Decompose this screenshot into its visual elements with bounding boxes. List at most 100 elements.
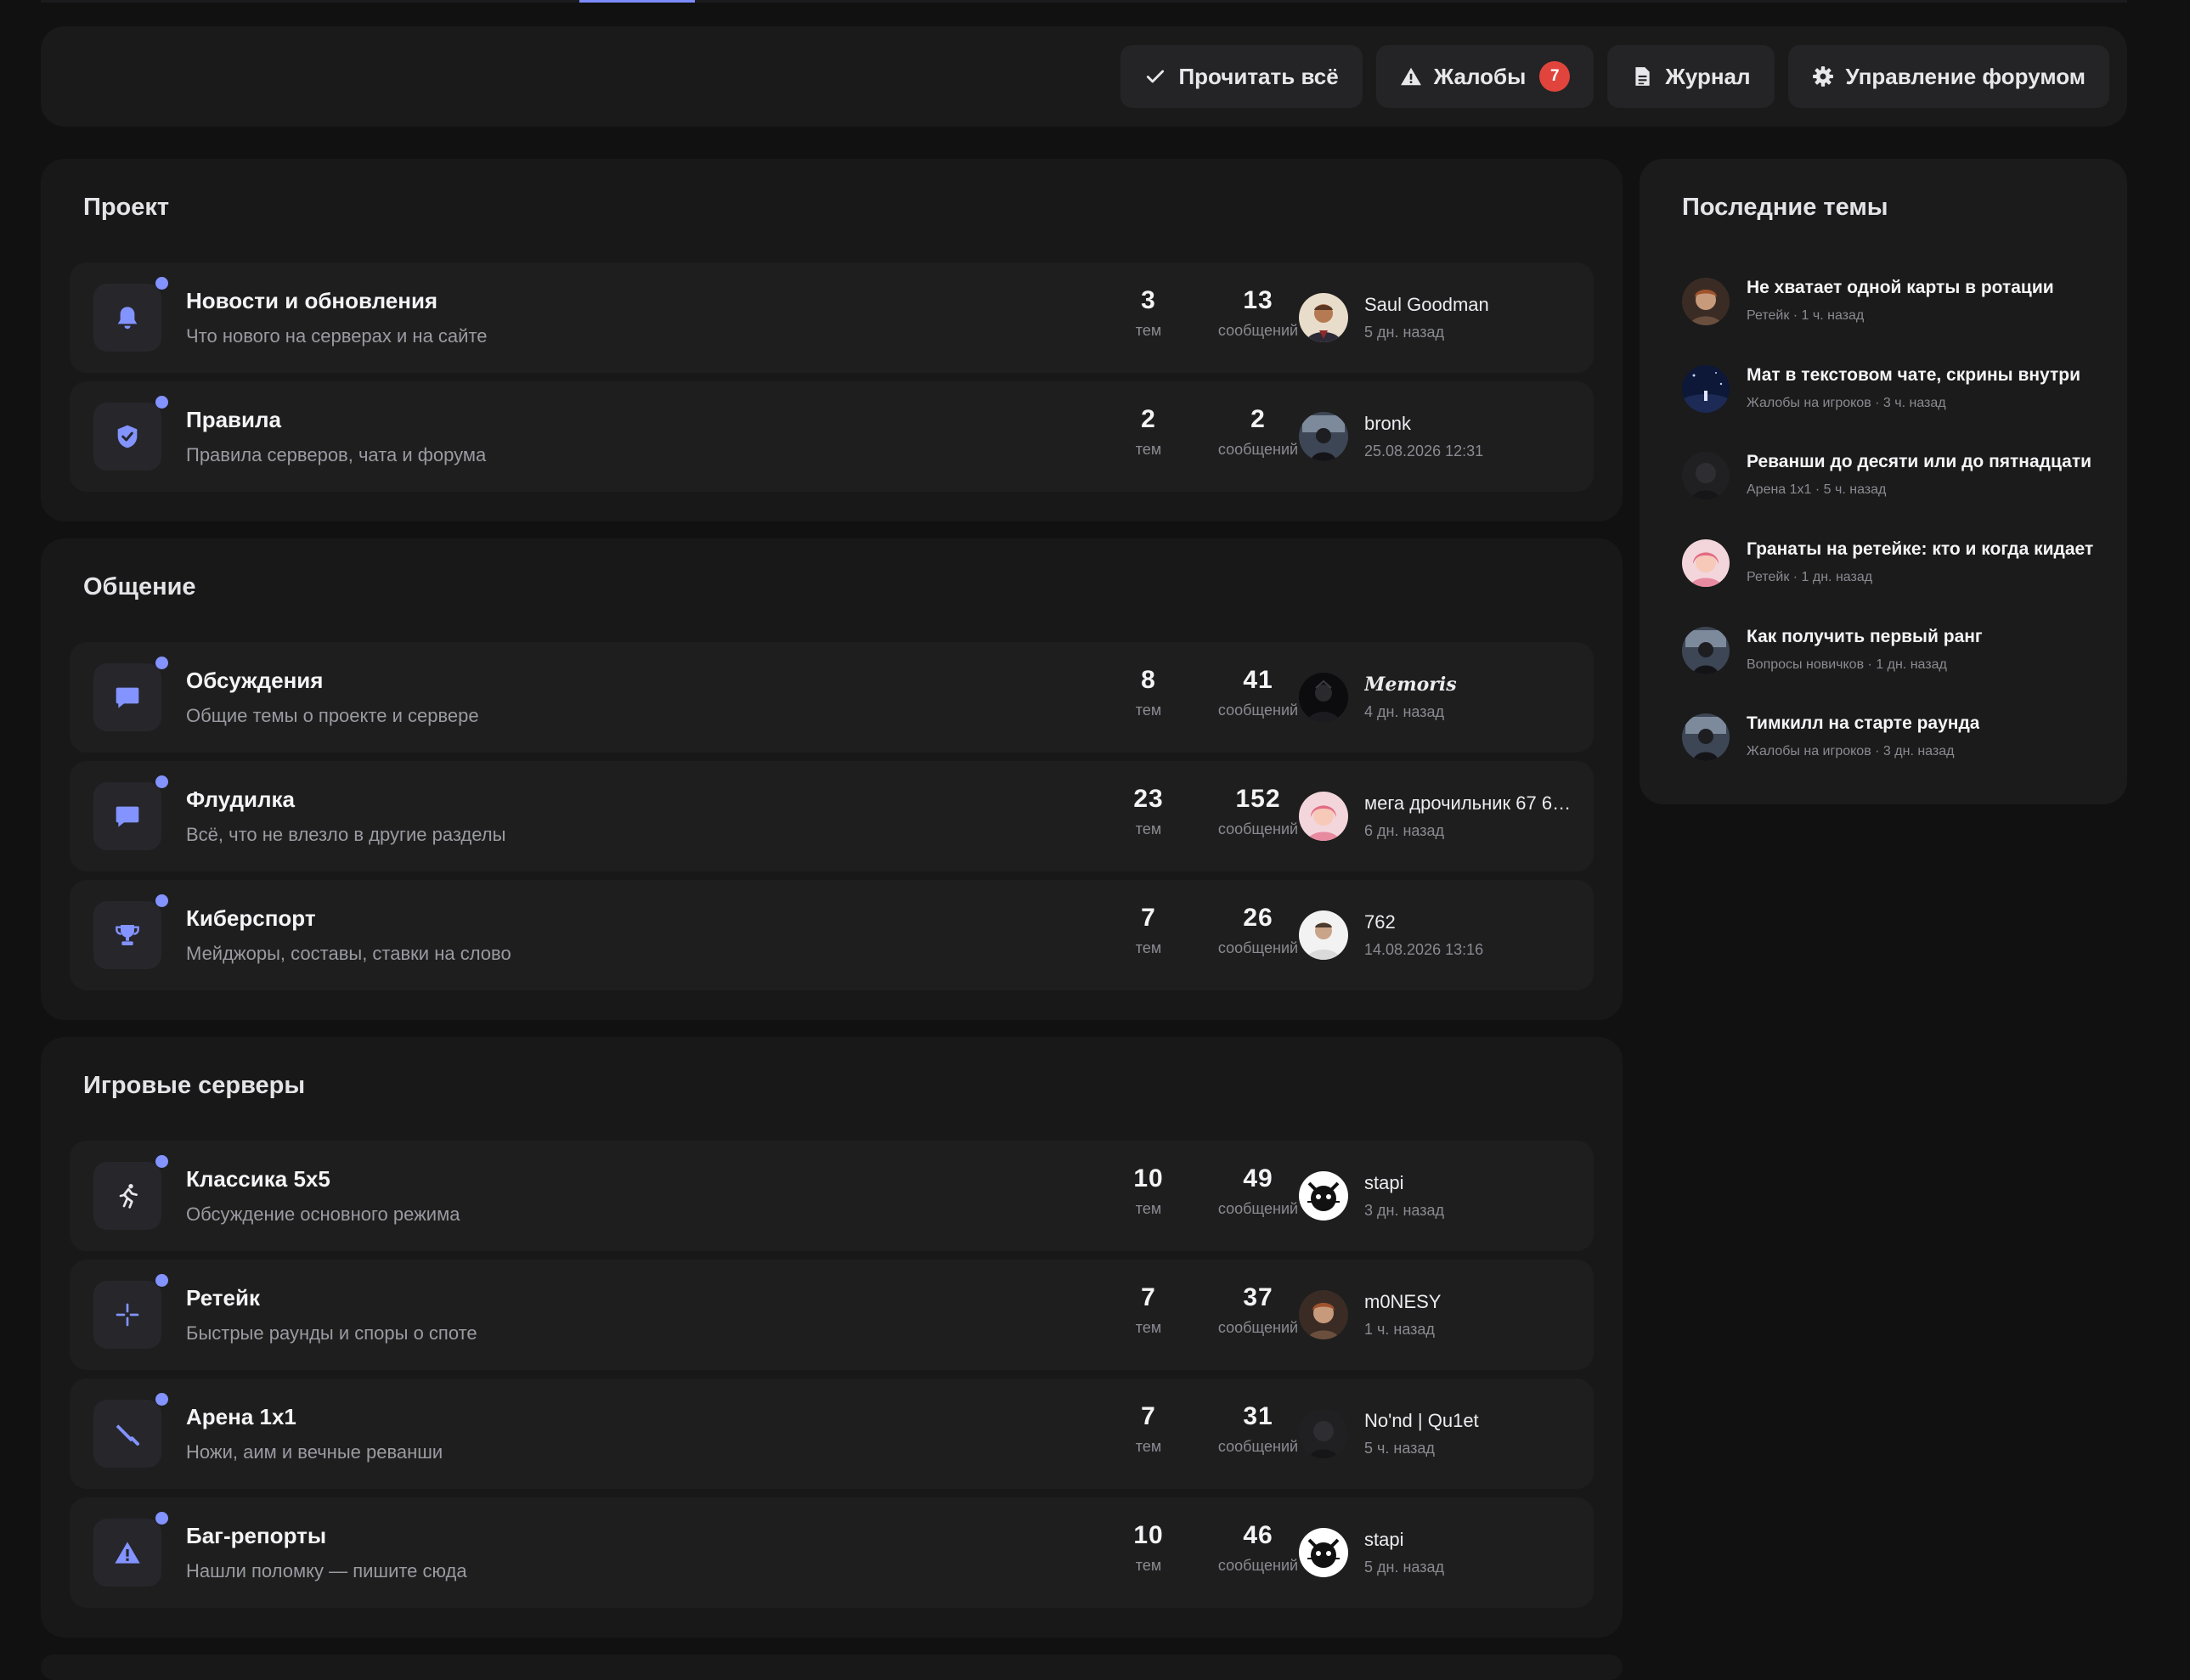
avatar [1682, 452, 1730, 499]
forum-description: Ножи, аим и вечные реванши [186, 1441, 443, 1463]
topics-count: 7 тем [1135, 1283, 1162, 1336]
avatar[interactable] [1299, 412, 1348, 461]
avatar [1682, 278, 1730, 325]
check-icon [1147, 70, 1165, 83]
recent-topic-title[interactable]: Тимкилл на старте раунда [1747, 713, 1979, 734]
recent-topic-item[interactable]: Реванши до десяти или до пятнадцати Арен… [1682, 452, 2115, 520]
forum-title[interactable]: Правила [186, 407, 281, 433]
avatar [1682, 627, 1730, 674]
top-tab-strip [41, 0, 2127, 3]
last-post-time: 25.08.2026 12:31 [1364, 443, 1484, 459]
forum-icon [93, 1155, 168, 1230]
recent-topic-title[interactable]: Мат в текстовом чате, скрины внутри [1747, 365, 2080, 386]
avatar[interactable] [1299, 1528, 1348, 1577]
forum-row-esports[interactable]: Киберспорт Мейджоры, составы, ставки на … [70, 880, 1594, 990]
forum-description: Нашли поломку — пишите сюда [186, 1560, 467, 1581]
last-post-time: 4 дн. назад [1364, 703, 1444, 720]
forum-description: Обсуждение основного режима [186, 1204, 460, 1225]
chat-icon [116, 806, 139, 827]
recent-topic-meta: Ретейк · 1 ч. назад [1747, 308, 1865, 323]
forum-title[interactable]: Арена 1x1 [186, 1404, 296, 1430]
forum-description: Что нового на серверах и на сайте [186, 325, 488, 347]
last-post-user[interactable]: No'nd | Qu1et [1364, 1410, 1479, 1432]
topics-count: 3 тем [1135, 286, 1162, 339]
forum-title[interactable]: Баг-репорты [186, 1523, 326, 1549]
forum-row-classic[interactable]: Классика 5x5 Обсуждение основного режима… [70, 1141, 1594, 1251]
unread-dot [155, 1512, 168, 1525]
forum-title[interactable]: Ретейк [186, 1285, 260, 1311]
reports-label: Жалобы [1433, 63, 1527, 89]
recent-topic-title[interactable]: Как получить первый ранг [1747, 627, 1983, 647]
forum-title[interactable]: Флудилка [186, 786, 295, 813]
journal-label: Журнал [1665, 63, 1751, 89]
forum-icon [93, 775, 168, 850]
unread-dot [155, 1274, 168, 1287]
last-post-user[interactable]: Saul Goodman [1364, 294, 1489, 316]
section-title: Проект [83, 194, 170, 221]
section-project: Проект Новости и обновления Что нового н… [41, 159, 1623, 521]
forum-title[interactable]: Обсуждения [186, 668, 323, 694]
avatar[interactable] [1299, 910, 1348, 960]
forum-description: Быстрые раунды и споры о споте [186, 1322, 477, 1344]
recent-topic-item[interactable]: Тимкилл на старте раунда Жалобы на игрок… [1682, 713, 2115, 781]
recent-topic-item[interactable]: Не хватает одной карты в ротации Ретейк … [1682, 278, 2115, 346]
recent-topics-title: Последние темы [1682, 194, 1888, 221]
read-all-button[interactable]: Прочитать всё [1120, 45, 1363, 108]
recent-topic-title[interactable]: Не хватает одной карты в ротации [1747, 278, 2054, 298]
recent-topic-title[interactable]: Гранаты на ретейке: кто и когда кидает [1747, 539, 2093, 560]
last-post-user[interactable]: 762 [1364, 911, 1396, 933]
forum-row-flood[interactable]: Флудилка Всё, что не влезло в другие раз… [70, 761, 1594, 871]
last-post-time: 14.08.2026 13:16 [1364, 941, 1484, 958]
last-post-time: 1 ч. назад [1364, 1321, 1435, 1338]
recent-topic-item[interactable]: Гранаты на ретейке: кто и когда кидает Р… [1682, 539, 2115, 607]
read-all-label: Прочитать всё [1178, 63, 1339, 89]
forum-icon [93, 657, 168, 731]
chat-icon [116, 687, 139, 708]
recent-topic-item[interactable]: Как получить первый ранг Вопросы новичко… [1682, 627, 2115, 695]
posts-count: 2 сообщений [1217, 405, 1299, 458]
forum-row-news[interactable]: Новости и обновления Что нового на серве… [70, 262, 1594, 373]
forum-row-rules[interactable]: Правила Правила серверов, чата и форума … [70, 381, 1594, 492]
last-post-user[interactable]: мега дрочильник 67 67 67 [1364, 792, 1577, 815]
topics-count: 23 тем [1133, 785, 1164, 837]
last-post-user[interactable]: stapi [1364, 1172, 1403, 1194]
forum-row-arena[interactable]: Арена 1x1 Ножи, аим и вечные реванши 7 те… [70, 1378, 1594, 1489]
recent-topic-item[interactable]: Мат в текстовом чате, скрины внутри Жало… [1682, 365, 2115, 433]
posts-count: 26 сообщений [1217, 904, 1299, 956]
reports-button[interactable]: Жалобы 7 [1375, 45, 1595, 108]
posts-count: 41 сообщений [1217, 666, 1299, 719]
journal-button[interactable]: Журнал [1607, 45, 1775, 108]
forum-icon [93, 277, 168, 352]
recent-topic-meta: Жалобы на игроков · 3 ч. назад [1747, 396, 1946, 410]
manage-forum-label: Управление форумом [1845, 63, 2086, 89]
avatar[interactable] [1299, 293, 1348, 342]
forum-title[interactable]: Новости и обновления [186, 288, 437, 314]
avatar [1682, 539, 1730, 587]
avatar[interactable] [1299, 1409, 1348, 1458]
topics-count: 8 тем [1135, 666, 1162, 719]
avatar[interactable] [1299, 1171, 1348, 1221]
crosshair-icon [116, 1303, 139, 1327]
last-post-user[interactable]: m0NESY [1364, 1291, 1441, 1313]
forum-row-bugs[interactable]: Баг-репорты Нашли поломку — пишите сюда … [70, 1497, 1594, 1608]
unread-dot [155, 894, 168, 907]
last-post-user[interactable]: Memoris [1364, 674, 1457, 696]
last-post-time: 6 дн. назад [1364, 822, 1444, 839]
avatar[interactable] [1299, 673, 1348, 722]
unread-dot [155, 277, 168, 290]
last-post-user[interactable]: stapi [1364, 1529, 1403, 1551]
forum-icon [93, 1393, 168, 1468]
forum-row-retake[interactable]: Ретейк Быстрые раунды и споры о споте 7т… [70, 1260, 1594, 1370]
avatar[interactable] [1299, 1290, 1348, 1339]
forum-title[interactable]: Классика 5x5 [186, 1166, 330, 1192]
recent-topics-panel: Последние темы Не хватает одной карты в … [1640, 159, 2127, 804]
forum-description: Мейджоры, составы, ставки на слово [186, 943, 511, 964]
avatar[interactable] [1299, 792, 1348, 841]
posts-count: 31 сообщений [1217, 1402, 1299, 1455]
last-post-user[interactable]: bronk [1364, 413, 1411, 435]
forum-title[interactable]: Киберспорт [186, 905, 316, 932]
posts-count: 152 сообщений [1217, 785, 1299, 837]
forum-row-discussions[interactable]: Обсуждения Общие темы о проекте и сервер… [70, 642, 1594, 753]
recent-topic-title[interactable]: Реванши до десяти или до пятнадцати [1747, 452, 2091, 472]
manage-forum-button[interactable]: Управление форумом [1787, 45, 2109, 108]
